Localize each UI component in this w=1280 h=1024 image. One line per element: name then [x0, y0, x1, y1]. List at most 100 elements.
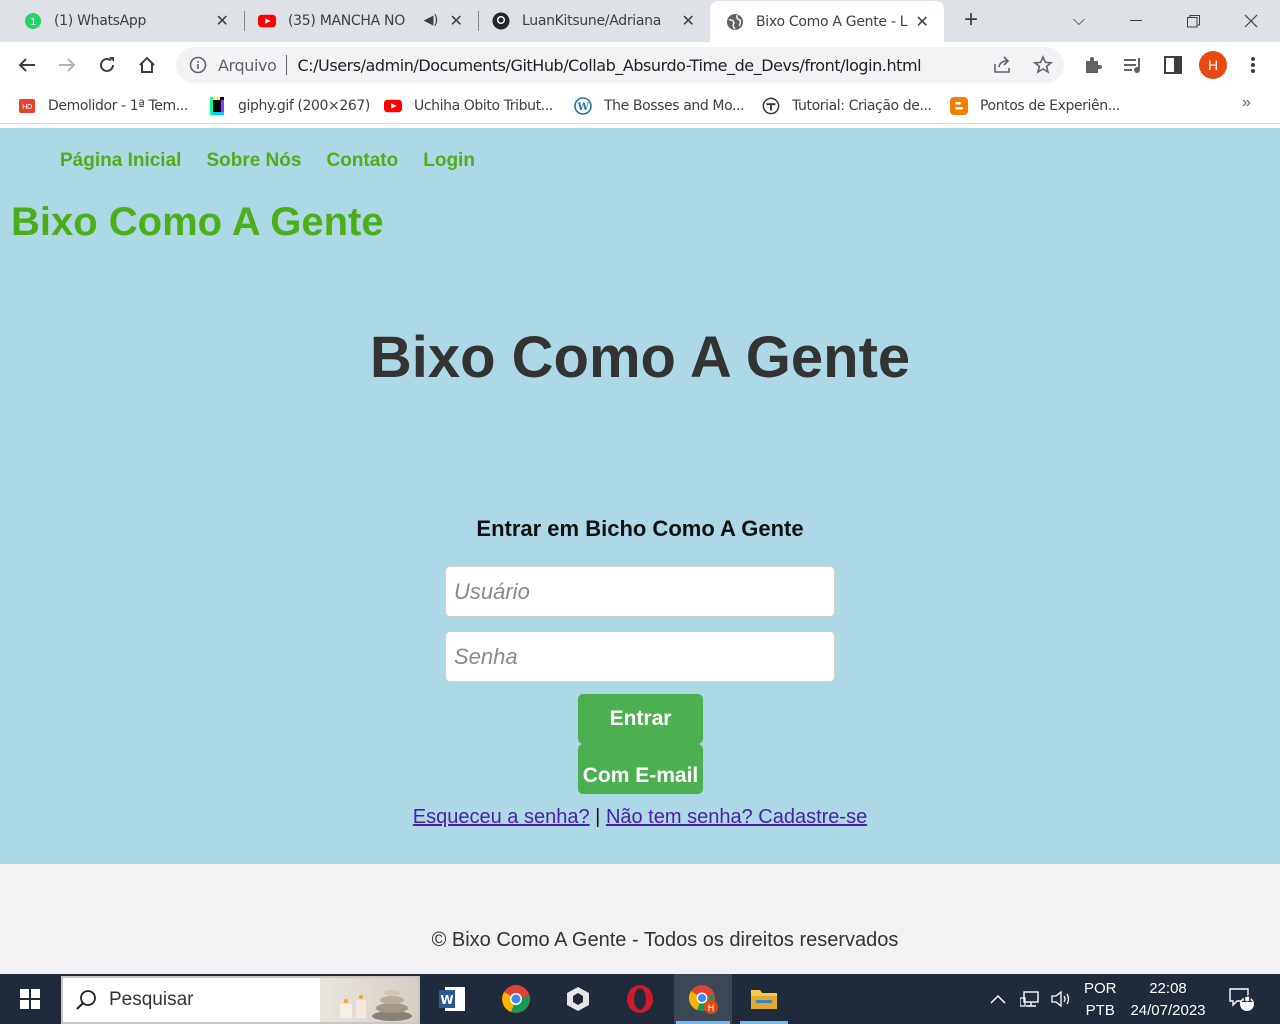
youtube-icon	[258, 12, 276, 30]
login-submit-button[interactable]: Entrar	[578, 694, 703, 744]
divider	[286, 55, 288, 75]
tab-whatsapp[interactable]: 1 (1) WhatsApp ✕	[8, 0, 244, 42]
links-separator: |	[595, 806, 601, 828]
volume-icon[interactable]	[1050, 974, 1072, 1024]
login-links: Esqueceu a senha? | Não tem senha? Cadas…	[0, 806, 1280, 829]
svg-text:W: W	[577, 102, 590, 113]
tab-title: (1) WhatsApp	[54, 13, 147, 29]
svg-text:H: H	[708, 1004, 715, 1014]
close-tab-icon[interactable]: ✕	[914, 14, 930, 30]
scheme-label: Arquivo	[218, 55, 277, 75]
restore-icon[interactable]	[1170, 0, 1216, 42]
show-hidden-icons[interactable]	[990, 974, 1006, 1024]
windows-taskbar: Pesquisar W H POR PTB 22:08 24/07/2023 1…	[0, 974, 1280, 1024]
close-tab-icon[interactable]: ✕	[448, 13, 464, 29]
taskbar-search-box[interactable]: Pesquisar	[61, 976, 420, 1024]
bookmark-item[interactable]: Pontos de Experiên...	[950, 96, 1120, 116]
bookmark-label: Tutorial: Criação de...	[792, 98, 932, 114]
tab-title: Bixo Como A Gente - L	[756, 13, 908, 30]
notifications-icon[interactable]: 11	[1228, 974, 1254, 1024]
wordpress-icon: W	[574, 97, 592, 115]
forward-icon[interactable]	[52, 50, 82, 80]
media-queue-icon[interactable]	[1118, 50, 1148, 80]
youtube-icon	[384, 97, 402, 115]
notification-count: 11	[1241, 993, 1253, 1005]
close-window-icon[interactable]	[1228, 0, 1274, 42]
profile-avatar[interactable]: H	[1199, 51, 1227, 79]
tab-strip: 1 (1) WhatsApp ✕ (35) MANCHA NO ◀) ✕ Lua…	[0, 0, 1280, 42]
forgot-password-link[interactable]: Esqueceu a senha?	[413, 806, 590, 828]
blogger-icon	[950, 97, 968, 115]
clock-time: 22:08	[1149, 980, 1187, 997]
site-brand: Bixo Como A Gente	[11, 200, 384, 244]
nav-link-contact[interactable]: Contato	[326, 150, 398, 172]
tab-title: (35) MANCHA NO	[288, 13, 405, 29]
share-icon[interactable]	[988, 50, 1018, 80]
bookmark-label: The Bosses and Mo...	[604, 98, 745, 114]
bookmark-label: Uchiha Obito Tribut...	[414, 98, 553, 114]
reload-icon[interactable]	[92, 50, 122, 80]
tab-youtube[interactable]: (35) MANCHA NO ◀) ✕	[242, 0, 478, 42]
login-with-email-button[interactable]: Com E-mail	[578, 744, 703, 794]
tab-active-page[interactable]: Bixo Como A Gente - L ✕	[710, 1, 944, 42]
file-explorer-icon[interactable]	[738, 974, 790, 1024]
input-language[interactable]: POR PTB	[1084, 978, 1117, 1022]
nav-link-login[interactable]: Login	[423, 150, 475, 172]
username-field[interactable]	[445, 566, 835, 617]
close-tab-icon[interactable]: ✕	[214, 13, 230, 29]
giphy-icon	[208, 97, 226, 115]
menu-icon[interactable]	[1238, 50, 1268, 80]
bookmark-item[interactable]: giphy.gif (200×267)	[208, 96, 370, 116]
extensions-icon[interactable]	[1078, 50, 1108, 80]
page-body: Página Inicial Sobre Nós Contato Login B…	[0, 128, 1280, 864]
back-icon[interactable]	[12, 50, 42, 80]
system-clock[interactable]: 22:08 24/07/2023	[1126, 978, 1210, 1022]
search-icon	[75, 989, 97, 1011]
word-icon[interactable]: W	[427, 974, 479, 1024]
nav-link-home[interactable]: Página Inicial	[60, 150, 181, 172]
tab-github[interactable]: LuanKitsune/Adriana ✕	[476, 0, 710, 42]
unity-icon[interactable]	[552, 974, 604, 1024]
bookmark-star-icon[interactable]	[1028, 50, 1058, 80]
search-placeholder: Pesquisar	[109, 989, 194, 1010]
windows-start-icon[interactable]	[0, 974, 60, 1024]
nav-link-about[interactable]: Sobre Nós	[206, 150, 301, 172]
language-code: POR	[1084, 980, 1117, 997]
tab-title: LuanKitsune/Adriana	[522, 13, 662, 29]
bookmark-label: Demolidor - 1ª Tem...	[48, 98, 188, 114]
chrome-icon[interactable]	[490, 974, 542, 1024]
info-icon[interactable]	[188, 55, 208, 75]
tab-search-chevron-icon[interactable]: ⌵	[1056, 0, 1102, 42]
keyboard-layout: PTB	[1085, 1002, 1115, 1019]
svg-text:HD: HD	[22, 103, 32, 111]
hd-video-icon: HD	[18, 97, 36, 115]
hero-title: Bixo Como A Gente	[369, 325, 911, 390]
new-tab-icon[interactable]: +	[956, 6, 986, 36]
opera-icon[interactable]	[614, 974, 666, 1024]
globe-icon	[726, 13, 744, 31]
tutorial-icon	[762, 97, 780, 115]
page-footer: © Bixo Como A Gente - Todos os direitos …	[0, 864, 1280, 974]
whatsapp-icon: 1	[24, 12, 42, 30]
signup-link[interactable]: Não tem senha? Cadastre-se	[606, 806, 867, 828]
bookmark-item[interactable]: Tutorial: Criação de...	[762, 96, 932, 116]
close-tab-icon[interactable]: ✕	[680, 13, 696, 29]
bookmark-item[interactable]: HD Demolidor - 1ª Tem...	[18, 96, 188, 116]
url-text[interactable]: C:/Users/admin/Documents/GitHub/Collab_A…	[297, 56, 921, 75]
speaker-icon[interactable]: ◀)	[424, 13, 439, 28]
network-icon[interactable]	[1020, 974, 1042, 1024]
bookmark-item[interactable]: W The Bosses and Mo...	[574, 96, 745, 116]
bookmarks-bar: HD Demolidor - 1ª Tem... giphy.gif (200×…	[0, 88, 1280, 124]
bookmarks-more-icon[interactable]: »	[1242, 94, 1251, 112]
bookmark-label: Pontos de Experiên...	[980, 98, 1120, 114]
home-icon[interactable]	[132, 50, 162, 80]
password-field[interactable]	[445, 631, 835, 682]
side-panel-icon[interactable]	[1158, 50, 1188, 80]
address-bar[interactable]: Arquivo C:/Users/admin/Documents/GitHub/…	[176, 47, 1064, 83]
bookmark-label: giphy.gif (200×267)	[238, 98, 370, 114]
browser-toolbar: Arquivo C:/Users/admin/Documents/GitHub/…	[0, 42, 1280, 88]
bookmark-item[interactable]: Uchiha Obito Tribut...	[384, 96, 553, 116]
chrome-profile-icon[interactable]: H	[674, 974, 732, 1024]
main-nav: Página Inicial Sobre Nós Contato Login	[60, 150, 475, 172]
minimize-icon[interactable]	[1113, 0, 1159, 42]
